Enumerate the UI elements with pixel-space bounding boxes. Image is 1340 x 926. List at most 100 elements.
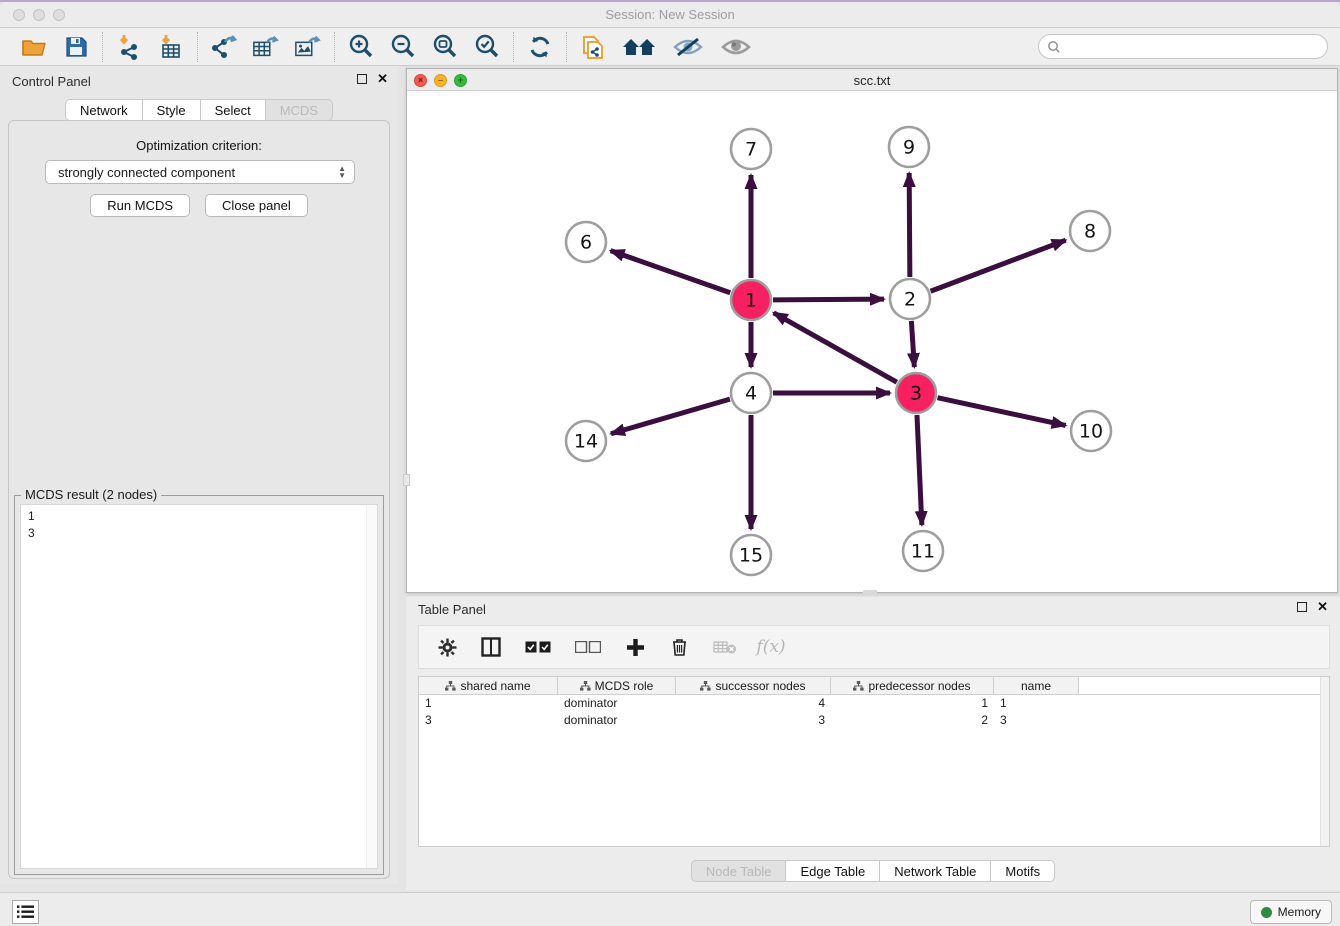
close-table-panel-icon[interactable]: ✕ (1317, 602, 1328, 612)
column-header-predecessor-nodes[interactable]: predecessor nodes (831, 677, 994, 694)
tab-select[interactable]: Select (201, 99, 266, 121)
zoom-in-icon[interactable] (347, 33, 375, 61)
tab-style[interactable]: Style (143, 99, 201, 121)
edge-3-10[interactable] (937, 398, 1065, 426)
run-mcds-button[interactable]: Run MCDS (90, 194, 190, 217)
export-table-icon[interactable] (252, 33, 280, 61)
application-window: Session: New Session (0, 0, 1340, 926)
control-panel: Control Panel ✕ NetworkStyleSelectMCDS O… (0, 66, 398, 884)
tab-motifs[interactable]: Motifs (991, 860, 1055, 882)
criterion-value: strongly connected component (58, 165, 338, 180)
svg-text:9: 9 (903, 137, 915, 159)
table-cell[interactable]: 1 (831, 695, 994, 712)
delete-column-icon[interactable] (667, 635, 691, 659)
splitter-grip[interactable] (403, 474, 410, 486)
column-header-shared-name[interactable]: shared name (419, 677, 558, 694)
window-title: Session: New Session (0, 7, 1340, 22)
tab-node-table[interactable]: Node Table (691, 860, 787, 882)
show-all-icon[interactable] (719, 33, 753, 61)
zoom-out-icon[interactable] (389, 33, 417, 61)
hide-selection-icon[interactable] (671, 33, 705, 61)
task-history-button[interactable] (12, 900, 39, 924)
table-cell[interactable]: 2 (831, 712, 994, 729)
node-table[interactable]: shared nameMCDS rolesuccessor nodesprede… (418, 676, 1330, 847)
graph-node-3[interactable]: 3 (896, 373, 936, 413)
edge-3-11[interactable] (917, 415, 922, 525)
edge-2-3[interactable] (911, 321, 914, 367)
network-window-titlebar[interactable]: × – + scc.txt (407, 69, 1337, 91)
save-session-icon[interactable] (62, 33, 90, 61)
export-network-icon[interactable] (210, 33, 238, 61)
import-table-icon[interactable] (157, 33, 185, 61)
bottom-splitter-grip[interactable] (863, 590, 877, 594)
search-field[interactable] (1038, 34, 1328, 59)
edge-2-8[interactable] (931, 240, 1066, 291)
table-tabs: Node TableEdge TableNetwork TableMotifs (406, 860, 1340, 882)
graph-node-4[interactable]: 4 (731, 373, 771, 413)
export-image-icon[interactable] (294, 33, 322, 61)
table-header-row: shared nameMCDS rolesuccessor nodesprede… (419, 677, 1329, 695)
edge-3-1[interactable] (774, 313, 897, 382)
edge-2-9[interactable] (909, 173, 910, 277)
result-item[interactable]: 1 (28, 508, 377, 525)
edge-1-6[interactable] (611, 251, 731, 293)
edge-1-2[interactable] (773, 299, 884, 300)
apply-function-icon[interactable]: f(x) (759, 635, 783, 659)
table-cell[interactable]: dominator (558, 695, 676, 712)
graph-node-2[interactable]: 2 (890, 279, 930, 319)
hierarchy-icon (580, 681, 591, 691)
column-header-name[interactable]: name (994, 677, 1079, 694)
tab-mcds[interactable]: MCDS (266, 99, 333, 121)
table-cell[interactable]: 1 (994, 695, 1079, 712)
add-column-icon[interactable] (623, 635, 647, 659)
criterion-dropdown[interactable]: strongly connected component ▲▼ (45, 160, 355, 184)
result-scrollbar[interactable] (366, 505, 377, 868)
graph-node-15[interactable]: 15 (731, 535, 771, 575)
memory-button[interactable]: Memory (1250, 900, 1332, 924)
search-input[interactable] (1061, 37, 1327, 57)
graph-node-1[interactable]: 1 (731, 280, 771, 320)
table-cell[interactable]: 4 (676, 695, 831, 712)
column-header-MCDS-role[interactable]: MCDS role (558, 677, 676, 694)
column-header-successor-nodes[interactable]: successor nodes (676, 677, 831, 694)
refresh-icon[interactable] (526, 33, 554, 61)
graph-node-11[interactable]: 11 (903, 531, 943, 571)
zoom-fit-icon[interactable] (431, 33, 459, 61)
graph-node-10[interactable]: 10 (1071, 411, 1111, 451)
table-row[interactable]: 1dominator411 (419, 695, 1329, 712)
result-item[interactable]: 3 (28, 525, 377, 542)
import-network-icon[interactable] (115, 33, 143, 61)
graph-node-14[interactable]: 14 (566, 421, 606, 461)
delete-table-icon[interactable] (711, 635, 739, 659)
deselect-all-icon[interactable] (573, 635, 603, 659)
table-cell[interactable]: 3 (994, 712, 1079, 729)
select-all-icon[interactable] (523, 635, 553, 659)
graph-node-6[interactable]: 6 (566, 222, 606, 262)
tab-network-table[interactable]: Network Table (880, 860, 991, 882)
close-panel-icon[interactable]: ✕ (377, 74, 388, 84)
show-columns-icon[interactable] (479, 635, 503, 659)
table-cell[interactable]: 3 (419, 712, 558, 729)
tab-edge-table[interactable]: Edge Table (786, 860, 880, 882)
network-graph-canvas[interactable]: 7 9 6 8 1 2 4 3 14 10 15 11 (407, 91, 1337, 593)
open-session-icon[interactable] (20, 33, 48, 61)
tab-network[interactable]: Network (65, 99, 143, 121)
table-cell[interactable]: dominator (558, 712, 676, 729)
table-scrollbar[interactable] (1320, 677, 1329, 846)
table-cell[interactable]: 3 (676, 712, 831, 729)
svg-text:8: 8 (1084, 221, 1096, 243)
graph-node-9[interactable]: 9 (889, 127, 929, 167)
edge-4-14[interactable] (611, 399, 730, 434)
graph-node-8[interactable]: 8 (1070, 211, 1110, 251)
zoom-selected-icon[interactable] (473, 33, 501, 61)
table-cell[interactable]: 1 (419, 695, 558, 712)
table-settings-gear-icon[interactable] (435, 635, 459, 659)
mcds-result-list[interactable]: 13 (20, 504, 378, 869)
neighbors-icon[interactable] (621, 33, 657, 61)
duplicate-network-icon[interactable] (579, 33, 607, 61)
table-row[interactable]: 3dominator323 (419, 712, 1329, 729)
float-panel-icon[interactable] (357, 74, 367, 84)
close-panel-button[interactable]: Close panel (205, 194, 308, 217)
graph-node-7[interactable]: 7 (731, 129, 771, 169)
float-table-panel-icon[interactable] (1297, 602, 1307, 612)
